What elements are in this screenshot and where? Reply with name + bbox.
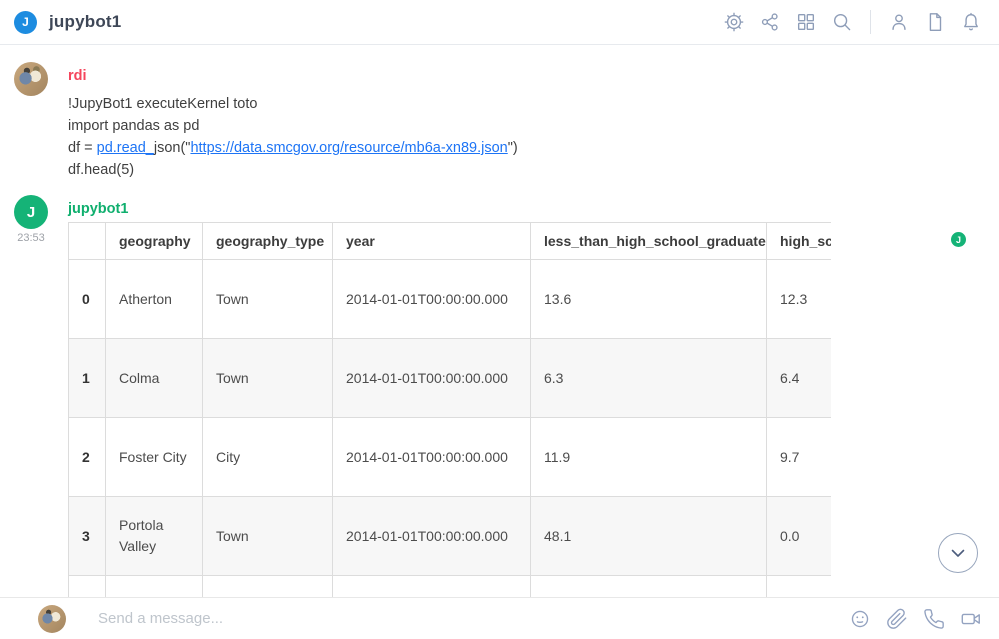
message-timestamp: 23:53 (14, 232, 48, 244)
message-link[interactable]: pd.read_ (97, 140, 154, 156)
table-cell: 13.6 (531, 260, 767, 339)
table-cell: City (203, 418, 333, 497)
person-icon[interactable] (885, 8, 913, 36)
table-row: 2Foster CityCity2014-01-01T00:00:00.0001… (69, 418, 832, 497)
message-segment: df = (68, 140, 97, 156)
table-row: 0AthertonTown2014-01-01T00:00:00.00013.6… (69, 260, 832, 339)
table-cell (106, 576, 203, 598)
video-camera-icon[interactable] (957, 605, 985, 633)
table-cell: Town (203, 497, 333, 576)
user-avatar[interactable] (14, 62, 48, 96)
table-cell: 2014-01-01T00:00:00.000 (333, 260, 531, 339)
composer-avatar[interactable] (38, 605, 66, 633)
table-cell: Town (203, 339, 333, 418)
table-cell: Colma (106, 339, 203, 418)
table-cell (333, 576, 531, 598)
message-jupybot1: J 23:53 jupybot1 geographygeography_type… (0, 195, 999, 597)
message-segment: ") (508, 140, 518, 156)
table-header-cell (69, 223, 106, 260)
table-row: 1ColmaTown2014-01-01T00:00:00.0006.36.4 (69, 339, 832, 418)
gear-icon[interactable] (720, 8, 748, 36)
composer-actions (846, 605, 985, 633)
table-header-row: geographygeography_typeyearless_than_hig… (69, 223, 832, 260)
message-line: import pandas as pd (68, 115, 999, 137)
table-cell: Town (203, 260, 333, 339)
emoji-icon[interactable] (846, 605, 874, 633)
channel-header: J jupybot1 (0, 0, 999, 45)
dataframe-table: geographygeography_typeyearless_than_hig… (68, 222, 831, 597)
message-input[interactable] (98, 610, 846, 627)
message-segment: import pandas as pd (68, 118, 199, 134)
table-cell: 3 (69, 497, 106, 576)
table-cell: 1 (69, 339, 106, 418)
message-text: !JupyBot1 executeKernel toto import panda… (68, 93, 999, 181)
channel-avatar[interactable]: J (14, 11, 37, 34)
table-cell: Foster City (106, 418, 203, 497)
table-header-cell: geography (106, 223, 203, 260)
paperclip-icon[interactable] (883, 605, 911, 633)
bot-avatar[interactable]: J (14, 195, 48, 229)
search-icon[interactable] (828, 8, 856, 36)
share-icon[interactable] (756, 8, 784, 36)
bell-icon[interactable] (957, 8, 985, 36)
composer (0, 597, 999, 639)
channel-title: jupybot1 (49, 12, 121, 32)
message-username[interactable]: rdi (68, 68, 87, 84)
header-toolbar (720, 8, 985, 36)
chat-app: J jupybot1 (0, 0, 999, 639)
table-cell: 11.9 (531, 418, 767, 497)
table-cell: Portola Valley (106, 497, 203, 576)
message-link[interactable]: https://data.smcgov.org/resource/mb6a-xn… (190, 140, 507, 156)
message-line: !JupyBot1 executeKernel toto (68, 93, 999, 115)
table-cell (531, 576, 767, 598)
message-list: rdi !JupyBot1 executeKernel toto import p… (0, 45, 999, 597)
table-row: 3Portola ValleyTown2014-01-01T00:00:00.0… (69, 497, 832, 576)
table-header-cell: year (333, 223, 531, 260)
table-cell: 6.3 (531, 339, 767, 418)
scroll-down-button[interactable] (938, 533, 978, 573)
table-cell: 0.0 (767, 497, 832, 576)
table-cell: 2014-01-01T00:00:00.000 (333, 418, 531, 497)
table-cell: 0 (69, 260, 106, 339)
table-cell: 48.1 (531, 497, 767, 576)
header-divider (870, 10, 871, 34)
file-icon[interactable] (921, 8, 949, 36)
table-cell: Atherton (106, 260, 203, 339)
table-header-cell: less_than_high_school_graduate (531, 223, 767, 260)
table-cell: 6.4 (767, 339, 832, 418)
grid-icon[interactable] (792, 8, 820, 36)
dataframe-table-container: geographygeography_typeyearless_than_hig… (68, 222, 831, 597)
message-segment: !JupyBot1 executeKernel toto (68, 96, 257, 112)
table-row (69, 576, 832, 598)
table-cell: 2014-01-01T00:00:00.000 (333, 339, 531, 418)
table-header-cell: geography_type (203, 223, 333, 260)
table-cell (203, 576, 333, 598)
table-cell: 2014-01-01T00:00:00.000 (333, 497, 531, 576)
message-username[interactable]: jupybot1 (68, 201, 128, 217)
unread-badge: J (951, 232, 966, 247)
table-cell: 12.3 (767, 260, 832, 339)
chevron-down-icon (945, 540, 971, 566)
table-header-cell: high_school_graduate (767, 223, 832, 260)
message-line: df = pd.read_json("https://data.smcgov.o… (68, 137, 999, 159)
table-cell (767, 576, 832, 598)
table-cell: 9.7 (767, 418, 832, 497)
message-rdi: rdi !JupyBot1 executeKernel toto import p… (0, 62, 999, 181)
message-segment: df.head(5) (68, 162, 134, 178)
message-line: df.head(5) (68, 159, 999, 181)
phone-icon[interactable] (920, 605, 948, 633)
table-cell (69, 576, 106, 598)
message-segment: json(" (154, 140, 191, 156)
table-cell: 2 (69, 418, 106, 497)
